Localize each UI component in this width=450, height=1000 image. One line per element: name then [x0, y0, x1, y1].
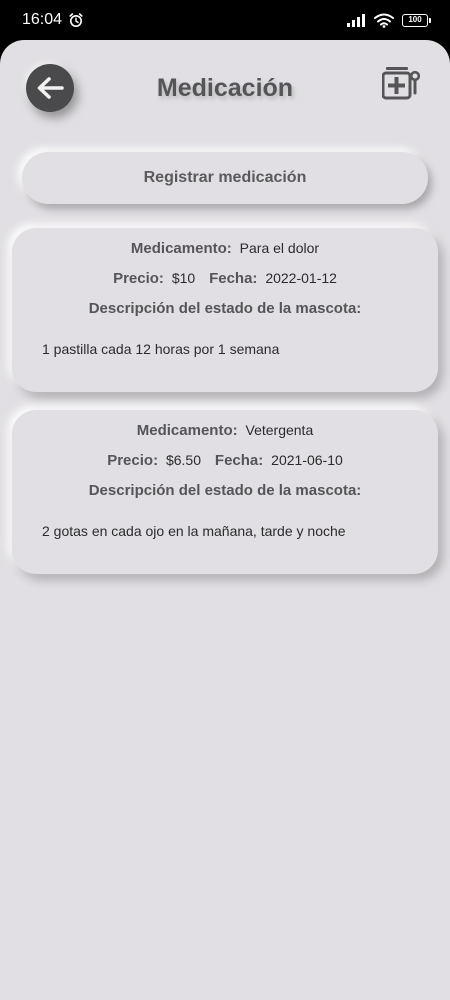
status-time: 16:04 — [22, 11, 63, 28]
wifi-icon — [374, 13, 394, 28]
register-medication-button[interactable]: Registrar medicación — [22, 152, 428, 204]
description-value: 2 gotas en cada ojo en la mañana, tarde … — [42, 523, 346, 539]
date-label: Fecha: — [209, 270, 258, 287]
description-label: Descripción del estado de la mascota: — [88, 300, 362, 317]
medication-row: Medicamento: Para el dolor — [12, 240, 438, 257]
medication-row: Medicamento: Vetergenta — [12, 422, 438, 439]
price-label: Precio: — [113, 270, 164, 287]
medical-kit-icon[interactable] — [382, 66, 420, 100]
medication-card: Medicamento: Vetergenta Precio: $6.50 Fe… — [12, 410, 438, 574]
price-label: Precio: — [107, 452, 159, 469]
date-label: Fecha: — [214, 452, 264, 469]
price-date-row: Precio: $6.50 Fecha: 2021-06-10 — [12, 452, 438, 469]
price-value: $6.50 — [165, 452, 202, 468]
price-date-row: Precio: $10 Fecha: 2022-01-12 — [12, 270, 438, 287]
description-label: Descripción del estado de la mascota: — [88, 482, 362, 499]
medication-value: Para el dolor — [239, 240, 320, 256]
date-value: 2022-01-12 — [265, 270, 337, 286]
price-value: $10 — [171, 270, 196, 286]
medication-value: Vetergenta — [245, 422, 314, 438]
signal-icon — [347, 14, 365, 27]
description-value: 1 pastilla cada 12 horas por 1 semana — [42, 341, 280, 357]
battery-icon: 100 — [402, 13, 431, 27]
status-bar: 16:04 100 — [0, 0, 450, 40]
medication-card: Medicamento: Para el dolor Precio: $10 F… — [12, 228, 438, 392]
medication-screen: Medicación Registrar medicación Medicame… — [0, 40, 450, 1000]
status-left: 16:04 — [22, 11, 84, 29]
battery-level: 100 — [408, 14, 422, 24]
date-value: 2021-06-10 — [271, 452, 343, 468]
alarm-icon — [69, 13, 83, 27]
medication-label: Medicamento: — [136, 422, 238, 439]
status-right: 100 — [346, 13, 431, 28]
medication-label: Medicamento: — [130, 240, 232, 257]
